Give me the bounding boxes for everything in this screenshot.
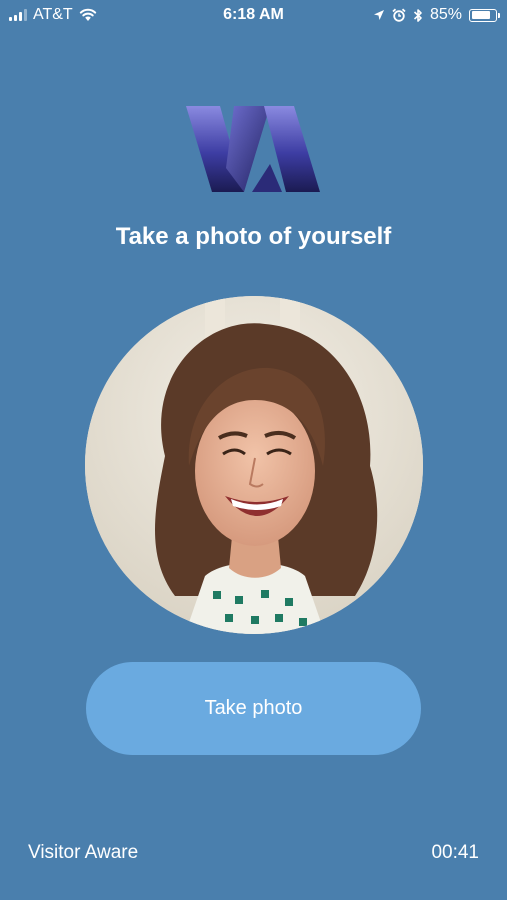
status-bar-right: 85% [373, 6, 500, 24]
visitor-aware-logo [186, 106, 320, 192]
session-timer: 00:41 [431, 842, 479, 863]
take-photo-button[interactable]: Take photo [86, 662, 421, 755]
battery-icon [469, 8, 500, 22]
bluetooth-icon [413, 8, 422, 22]
battery-percent: 85% [429, 6, 462, 23]
alarm-icon [392, 8, 406, 22]
user-photo [85, 296, 423, 634]
page-title: Take a photo of yourself [115, 223, 392, 250]
location-icon [373, 10, 384, 20]
status-bar: AT&T 6:18 AM 85% [0, 0, 507, 32]
battery-level [471, 11, 491, 19]
portrait-image [85, 296, 423, 634]
app-name-label: Visitor Aware [28, 842, 139, 863]
